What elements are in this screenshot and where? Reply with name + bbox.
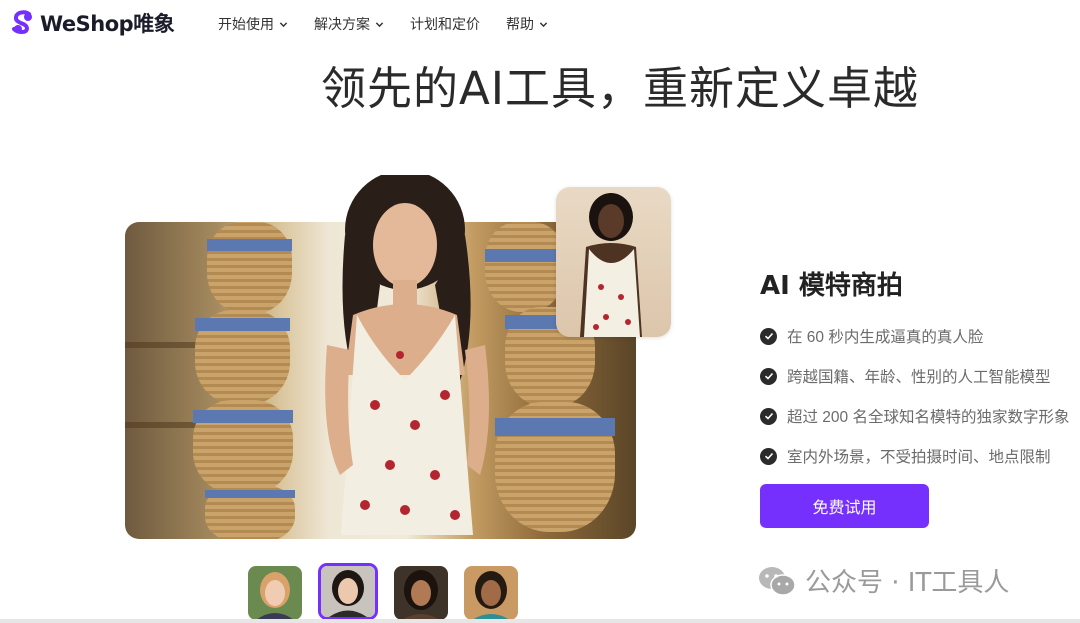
menu-item-label: 开始使用 bbox=[218, 16, 274, 32]
check-circle-icon bbox=[760, 447, 777, 465]
chevron-down-icon bbox=[279, 21, 288, 27]
page-divider bbox=[0, 619, 1080, 623]
chevron-down-icon bbox=[539, 21, 548, 27]
feature-point-text: 室内外场景，不受拍摄时间、地点限制 bbox=[787, 449, 1051, 466]
feature-point: 跨越国籍、年龄、性别的人工智能模型 bbox=[760, 356, 1069, 396]
feature-point: 在 60 秒内生成逼真的真人脸 bbox=[760, 316, 1069, 356]
free-trial-button[interactable]: 免费试用 bbox=[760, 484, 929, 528]
model-thumbnail-selected[interactable] bbox=[318, 563, 378, 620]
brand-logo[interactable]: WeShop唯象 bbox=[9, 8, 175, 38]
model-thumbnail[interactable] bbox=[464, 566, 518, 620]
watermark: 公众号 · IT工具人 bbox=[757, 562, 1009, 599]
feature-list: 在 60 秒内生成逼真的真人脸 跨越国籍、年龄、性别的人工智能模型 超过 200… bbox=[760, 316, 1069, 476]
model-thumbnail[interactable] bbox=[248, 566, 302, 620]
model-figure bbox=[325, 175, 489, 535]
menu-item-label: 计划和定价 bbox=[410, 16, 480, 32]
menu-item-label: 帮助 bbox=[506, 16, 534, 32]
feature-title: AI 模特商拍 bbox=[760, 271, 903, 301]
menu-item-get-started[interactable]: 开始使用 bbox=[218, 14, 288, 34]
alternate-model-preview bbox=[556, 187, 671, 337]
check-circle-icon bbox=[760, 327, 777, 345]
hero-title: 领先的AI工具，重新定义卓越 bbox=[320, 62, 920, 115]
feature-point-text: 在 60 秒内生成逼真的真人脸 bbox=[787, 329, 984, 346]
feature-point: 室内外场景，不受拍摄时间、地点限制 bbox=[760, 436, 1069, 476]
brand-name: WeShop唯象 bbox=[40, 12, 175, 36]
menu-item-solutions[interactable]: 解决方案 bbox=[314, 14, 384, 34]
wechat-icon bbox=[759, 566, 796, 596]
menu-item-help[interactable]: 帮助 bbox=[506, 14, 548, 34]
feature-point: 超过 200 名全球知名模特的独家数字形象 bbox=[760, 396, 1069, 436]
model-thumbnail-strip bbox=[248, 563, 518, 620]
main-menu: 开始使用 解决方案 计划和定价 帮助 bbox=[218, 14, 574, 34]
chevron-down-icon bbox=[375, 21, 384, 27]
feature-point-text: 超过 200 名全球知名模特的独家数字形象 bbox=[787, 409, 1070, 426]
model-thumbnail[interactable] bbox=[394, 566, 448, 620]
check-circle-icon bbox=[760, 407, 777, 425]
top-nav: WeShop唯象 开始使用 解决方案 计划和定价 帮助 bbox=[0, 0, 1080, 48]
brand-mark-icon bbox=[12, 10, 32, 35]
feature-point-text: 跨越国籍、年龄、性别的人工智能模型 bbox=[787, 369, 1051, 386]
menu-item-label: 解决方案 bbox=[314, 16, 370, 32]
check-circle-icon bbox=[760, 367, 777, 385]
menu-item-pricing[interactable]: 计划和定价 bbox=[410, 14, 480, 34]
watermark-text: 公众号 · IT工具人 bbox=[805, 568, 1010, 598]
